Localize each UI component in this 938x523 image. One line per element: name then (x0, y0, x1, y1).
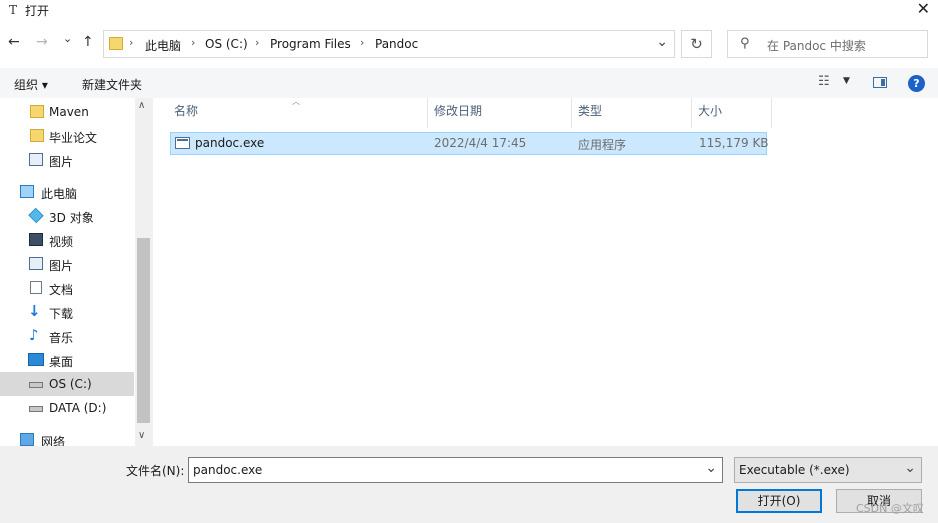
title-bar: T 打开 ✕ (0, 0, 938, 22)
breadcrumb-program-files[interactable]: Program Files (270, 37, 351, 51)
documents-icon (30, 281, 42, 294)
sidebar-item-videos[interactable]: 视频 (0, 228, 134, 252)
sidebar-item-data-d[interactable]: DATA (D:) (0, 396, 134, 420)
file-name[interactable]: pandoc.exe (195, 136, 264, 150)
sidebar-item-desktop[interactable]: 桌面 (0, 348, 134, 372)
close-icon[interactable]: ✕ (917, 0, 930, 18)
videos-icon (29, 233, 43, 246)
sidebar-item-downloads[interactable]: ↓ 下载 (0, 300, 134, 324)
filename-label: 文件名(N): (126, 464, 185, 478)
sidebar-item-label: 音乐 (49, 331, 74, 345)
sidebar-item-documents[interactable]: 文档 (0, 276, 134, 300)
column-divider[interactable] (427, 98, 428, 128)
file-size: 115,179 KB (699, 136, 769, 150)
folder-icon (30, 105, 44, 118)
search-icon: ⚲ (740, 36, 750, 51)
sidebar-item-label: 毕业论文 (49, 131, 98, 145)
chevron-right-icon[interactable]: › (360, 36, 364, 49)
filename-value[interactable]: pandoc.exe (193, 463, 262, 477)
computer-icon (20, 185, 34, 198)
3d-objects-icon (28, 207, 44, 224)
view-options-icon[interactable]: ☷ (818, 74, 830, 89)
chevron-down-icon[interactable]: ▼ (843, 76, 850, 86)
chevron-down-icon[interactable]: ⌄ (904, 460, 916, 476)
file-modified: 2022/4/4 17:45 (434, 136, 527, 150)
sidebar-item-label: 3D 对象 (49, 211, 94, 225)
column-divider[interactable] (571, 98, 572, 128)
open-button[interactable]: 打开(O) (736, 489, 822, 513)
column-divider[interactable] (691, 98, 692, 128)
column-header-modified[interactable]: 修改日期 (434, 102, 482, 119)
network-icon (20, 433, 34, 446)
sidebar-item-label: Maven (49, 105, 89, 119)
file-type: 应用程序 (578, 138, 627, 152)
sidebar-item-label: OS (C:) (49, 377, 92, 391)
breadcrumb-this-pc[interactable]: 此电脑 (145, 37, 181, 54)
column-header-type[interactable]: 类型 (578, 102, 602, 119)
application-icon (175, 137, 190, 149)
new-folder-button[interactable]: 新建文件夹 (82, 76, 142, 93)
drive-icon (29, 382, 43, 388)
command-bar: 组织 ▾ 新建文件夹 ☷ ▼ ? (0, 68, 938, 98)
sidebar-item-label: 视频 (49, 235, 74, 249)
sidebar-item-label: 文档 (49, 283, 74, 297)
search-placeholder[interactable]: 在 Pandoc 中搜索 (767, 37, 866, 54)
chevron-down-icon[interactable]: ⌄ (656, 34, 668, 50)
breadcrumb-os-c[interactable]: OS (C:) (205, 37, 248, 51)
organize-button[interactable]: 组织 ▾ (14, 76, 48, 93)
address-bar[interactable]: › 此电脑 › OS (C:) › Program Files › Pandoc… (103, 30, 675, 58)
column-header-size[interactable]: 大小 (698, 102, 722, 119)
sidebar-item-label: 图片 (49, 259, 74, 273)
sidebar-item-label: 桌面 (49, 355, 74, 369)
chevron-right-icon: › (129, 36, 134, 49)
recent-locations-icon[interactable]: ⌄ (63, 32, 72, 45)
sidebar-item-thesis[interactable]: 毕业论文 (0, 124, 134, 148)
folder-icon (109, 37, 123, 50)
sidebar-item-os-c[interactable]: OS (C:) (0, 372, 134, 396)
downloads-icon: ↓ (28, 302, 41, 320)
pictures-icon (29, 153, 43, 166)
sidebar-item-label: 下载 (49, 307, 74, 321)
preview-pane-icon[interactable] (873, 77, 887, 88)
chevron-right-icon[interactable]: › (191, 36, 195, 49)
sidebar-scrollbar-thumb[interactable] (137, 238, 150, 423)
navigation-pane: Maven 毕业论文 图片 此电脑 3D 对象 视频 图片 文档 ↓ 下载 ♪ … (0, 98, 152, 449)
window-title: 打开 (25, 4, 50, 18)
breadcrumb-pandoc[interactable]: Pandoc (375, 37, 418, 51)
sidebar-item-pictures[interactable]: 图片 (0, 252, 134, 276)
sidebar-item-maven[interactable]: Maven (0, 100, 134, 124)
app-icon: T (8, 3, 17, 17)
sidebar-item-pictures[interactable]: 图片 (0, 148, 134, 172)
sidebar-item-label: DATA (D:) (49, 401, 107, 415)
filetype-select[interactable]: Executable (*.exe) ⌄ (734, 457, 922, 483)
desktop-icon (28, 353, 44, 366)
sort-ascending-icon: ︿ (292, 97, 300, 106)
folder-icon (30, 129, 44, 142)
help-icon[interactable]: ? (908, 75, 925, 92)
sidebar-item-3d-objects[interactable]: 3D 对象 (0, 204, 134, 228)
search-box[interactable]: ⚲ 在 Pandoc 中搜索 (727, 30, 928, 58)
sidebar-item-music[interactable]: ♪ 音乐 (0, 324, 134, 348)
scroll-up-icon[interactable]: ∧ (138, 100, 145, 111)
sidebar-item-label: 图片 (49, 155, 74, 169)
filename-field[interactable]: pandoc.exe ⌄ (188, 457, 723, 483)
pictures-icon (29, 257, 43, 270)
refresh-button[interactable]: ↻ (681, 30, 712, 58)
chevron-right-icon[interactable]: › (255, 36, 259, 49)
refresh-icon: ↻ (690, 35, 703, 53)
chevron-down-icon[interactable]: ⌄ (705, 460, 717, 476)
forward-icon[interactable]: → (36, 34, 48, 50)
drive-icon (29, 406, 43, 412)
column-divider[interactable] (771, 98, 772, 128)
filetype-value[interactable]: Executable (*.exe) (739, 463, 850, 477)
watermark: CSDN @文叹 (856, 502, 924, 515)
sidebar-item-this-pc[interactable]: 此电脑 (0, 180, 134, 204)
back-icon[interactable]: ← (8, 34, 20, 50)
column-header-name[interactable]: 名称 (174, 102, 198, 119)
up-icon[interactable]: ↑ (82, 34, 94, 50)
music-icon: ♪ (29, 326, 39, 344)
scroll-down-icon[interactable]: ∨ (138, 430, 145, 441)
sidebar-item-label: 此电脑 (41, 187, 78, 201)
